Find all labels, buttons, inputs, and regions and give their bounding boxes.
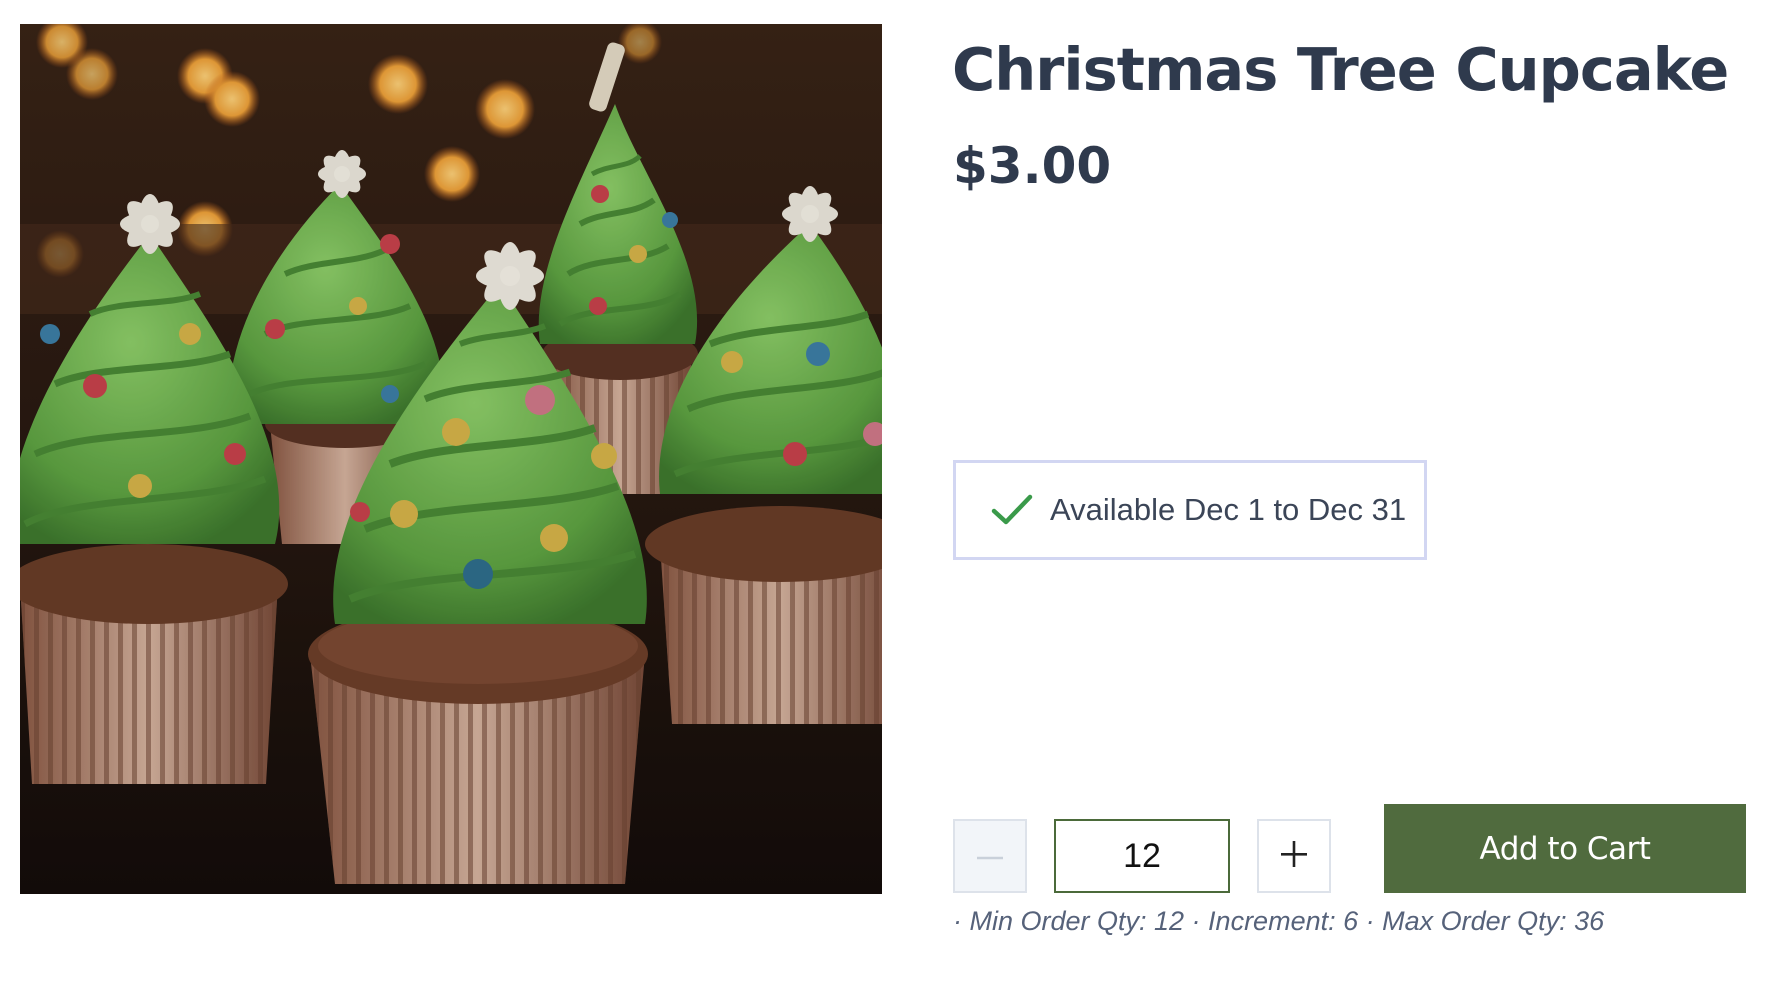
product-price: $3.00 [953,137,1112,195]
check-icon [990,492,1034,528]
quantity-decrement-button[interactable] [953,819,1027,893]
add-to-cart-button[interactable]: Add to Cart [1384,804,1746,893]
product-title: Christmas Tree Cupcake [952,35,1729,104]
quantity-input[interactable] [1054,819,1230,893]
product-image [20,24,882,894]
order-quantity-rules: · Min Order Qty: 12 · Increment: 6 · Max… [953,906,1605,936]
plus-icon [1281,840,1307,872]
minus-icon [977,847,1003,865]
availability-notice: Available Dec 1 to Dec 31 [953,460,1427,560]
quantity-increment-button[interactable] [1257,819,1331,893]
availability-text: Available Dec 1 to Dec 31 [1050,492,1407,527]
cupcake-illustration [20,24,882,894]
